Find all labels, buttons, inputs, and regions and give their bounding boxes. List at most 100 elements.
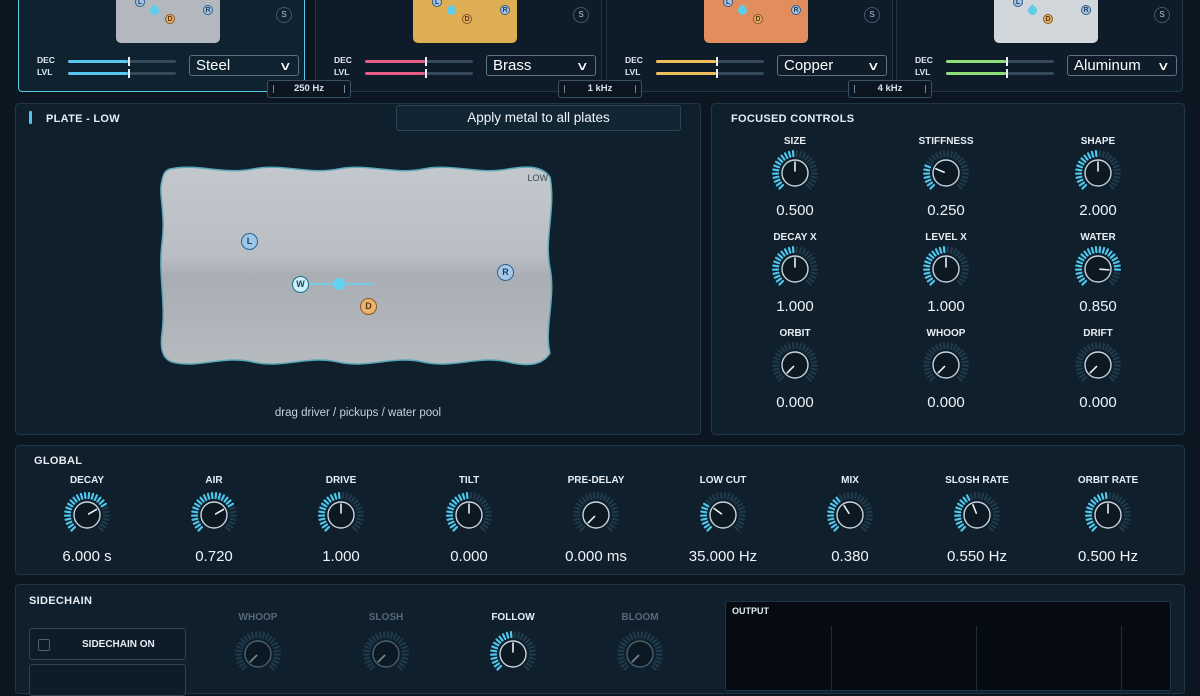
dec-slider[interactable] <box>656 60 764 63</box>
water-label: WATER <box>1033 232 1163 243</box>
crossover-handle-2[interactable]: 1 kHz <box>558 80 642 98</box>
crossover-handle-1[interactable]: 250 Hz <box>267 80 351 98</box>
drift-value[interactable]: 0.000 <box>1033 394 1163 411</box>
whoop-knob[interactable] <box>234 630 282 678</box>
pre-delay-knob[interactable] <box>572 491 620 539</box>
tilt-knob[interactable] <box>445 491 493 539</box>
air-value[interactable]: 0.720 <box>149 548 279 565</box>
mix-knob[interactable] <box>826 491 874 539</box>
decay-knob[interactable] <box>63 491 111 539</box>
plate-hint: drag driver / pickups / water pool <box>208 407 508 419</box>
lvl-slider-thumb[interactable] <box>1006 69 1008 78</box>
plate-card-aluminum[interactable]: LRDSDECLVLAluminum∨ <box>896 0 1183 92</box>
slosh-rate-knob[interactable] <box>953 491 1001 539</box>
follow-knob[interactable] <box>489 630 537 678</box>
lvl-slider-fill <box>946 72 1006 75</box>
lvl-slider[interactable] <box>946 72 1054 75</box>
follow-label: FOLLOW <box>448 612 578 623</box>
lvl-slider-fill <box>68 72 128 75</box>
stiffness-knob[interactable] <box>922 149 970 197</box>
decay-label: DECAY <box>22 475 152 486</box>
water-pool-handle[interactable] <box>333 278 345 290</box>
metal-select[interactable]: Steel∨ <box>189 55 299 76</box>
dec-slider-thumb[interactable] <box>425 57 427 66</box>
dec-label: DEC <box>625 55 643 65</box>
sidechain-checkbox[interactable] <box>38 639 50 651</box>
plate-card-copper[interactable]: LRDSDECLVLCopper∨ <box>606 0 893 92</box>
plate-canvas[interactable]: LOW L W R D <box>158 163 558 370</box>
slosh-rate-value[interactable]: 0.550 Hz <box>912 548 1042 565</box>
output-title: OUTPUT <box>732 606 769 616</box>
dec-slider-thumb[interactable] <box>716 57 718 66</box>
metal-select[interactable]: Brass∨ <box>486 55 596 76</box>
solo-button[interactable]: S <box>864 7 880 23</box>
dec-slider[interactable] <box>365 60 473 63</box>
dec-slider[interactable] <box>946 60 1054 63</box>
size-value[interactable]: 0.500 <box>730 202 860 219</box>
dec-label: DEC <box>334 55 352 65</box>
slosh-label: SLOSH <box>321 612 451 623</box>
metal-select[interactable]: Aluminum∨ <box>1067 55 1177 76</box>
stiffness-value[interactable]: 0.250 <box>881 202 1011 219</box>
output-meter-line-3 <box>1121 626 1122 692</box>
decay-value[interactable]: 6.000 s <box>22 548 152 565</box>
lvl-label: LVL <box>37 67 52 77</box>
size-knob[interactable] <box>771 149 819 197</box>
pickup-left-handle[interactable]: L <box>241 233 258 250</box>
mix-value[interactable]: 0.380 <box>785 548 915 565</box>
plate-editor-title: PLATE - LOW <box>46 113 120 125</box>
shape-label: SHAPE <box>1033 136 1163 147</box>
solo-button[interactable]: S <box>1154 7 1170 23</box>
whoop-knob[interactable] <box>922 341 970 389</box>
drive-value[interactable]: 1.000 <box>276 548 406 565</box>
water-knob[interactable] <box>1074 245 1122 293</box>
lvl-slider[interactable] <box>656 72 764 75</box>
lvl-label: LVL <box>334 67 349 77</box>
lvl-label: LVL <box>625 67 640 77</box>
tilt-label: TILT <box>404 475 534 486</box>
low-cut-knob[interactable] <box>699 491 747 539</box>
dec-label: DEC <box>37 55 55 65</box>
pickup-right-handle[interactable]: R <box>497 264 514 281</box>
tilt-value[interactable]: 0.000 <box>404 548 534 565</box>
crossover-handle-3[interactable]: 4 kHz <box>848 80 932 98</box>
lvl-slider-thumb[interactable] <box>128 69 130 78</box>
solo-button[interactable]: S <box>276 7 292 23</box>
orbit-rate-knob[interactable] <box>1084 491 1132 539</box>
pre-delay-value[interactable]: 0.000 ms <box>531 548 661 565</box>
metal-select[interactable]: Copper∨ <box>777 55 887 76</box>
whoop-value[interactable]: 0.000 <box>881 394 1011 411</box>
sidechain-on-toggle[interactable]: SIDECHAIN ON <box>29 628 186 660</box>
apply-metal-button[interactable]: Apply metal to all plates <box>396 105 681 131</box>
decay-x-knob[interactable] <box>771 245 819 293</box>
decay-x-value[interactable]: 1.000 <box>730 298 860 315</box>
dec-slider-thumb[interactable] <box>1006 57 1008 66</box>
water-handle[interactable]: W <box>292 276 309 293</box>
dec-slider-thumb[interactable] <box>128 57 130 66</box>
lvl-slider-thumb[interactable] <box>425 69 427 78</box>
shape-value[interactable]: 2.000 <box>1033 202 1163 219</box>
drift-knob[interactable] <box>1074 341 1122 389</box>
orbit-knob[interactable] <box>771 341 819 389</box>
shape-knob[interactable] <box>1074 149 1122 197</box>
output-meter-line-2 <box>976 626 977 692</box>
slosh-knob[interactable] <box>362 630 410 678</box>
sidechain-secondary-button[interactable] <box>29 664 186 696</box>
orbit-value[interactable]: 0.000 <box>730 394 860 411</box>
level-x-value[interactable]: 1.000 <box>881 298 1011 315</box>
drive-knob[interactable] <box>317 491 365 539</box>
solo-button[interactable]: S <box>573 7 589 23</box>
lvl-slider-thumb[interactable] <box>716 69 718 78</box>
bloom-knob[interactable] <box>616 630 664 678</box>
plate-card-steel[interactable]: LRDSDECLVLSteel∨ <box>18 0 305 92</box>
orbit-rate-value[interactable]: 0.500 Hz <box>1043 548 1173 565</box>
lvl-slider[interactable] <box>365 72 473 75</box>
level-x-knob[interactable] <box>922 245 970 293</box>
air-knob[interactable] <box>190 491 238 539</box>
dec-slider[interactable] <box>68 60 176 63</box>
lvl-slider[interactable] <box>68 72 176 75</box>
plate-card-brass[interactable]: LRDSDECLVLBrass∨ <box>315 0 602 92</box>
water-value[interactable]: 0.850 <box>1033 298 1163 315</box>
driver-handle[interactable]: D <box>360 298 377 315</box>
low-cut-value[interactable]: 35.000 Hz <box>658 548 788 565</box>
